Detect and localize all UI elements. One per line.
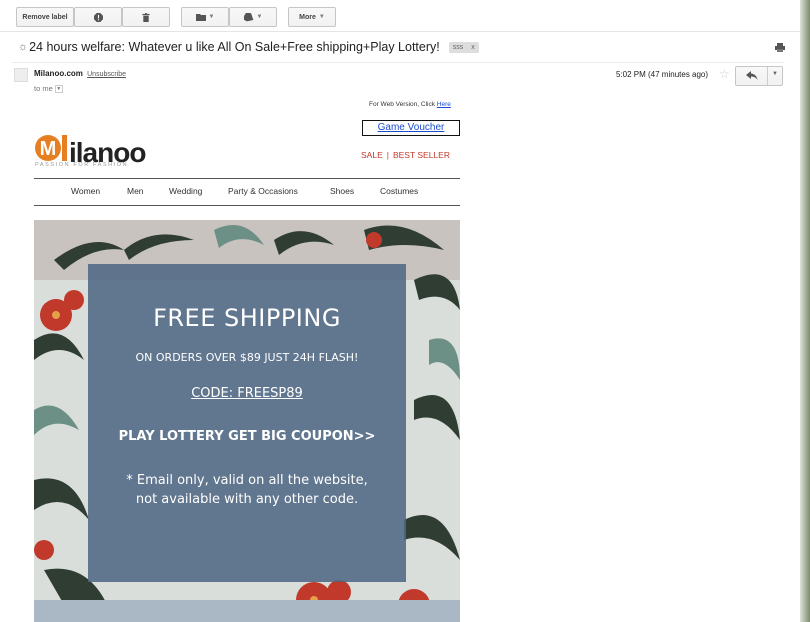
nav-item-wedding[interactable]: Wedding (169, 186, 202, 196)
chevron-down-icon: ▼ (318, 14, 325, 20)
reply-arrow-icon (746, 71, 758, 80)
promo-panel: FREE SHIPPING ON ORDERS OVER $89 JUST 24… (88, 264, 406, 582)
remove-label-button[interactable]: Remove label (16, 7, 74, 27)
lottery-link[interactable]: PLAY LOTTERY GET BIG COUPON>> (88, 429, 406, 444)
web-version-link[interactable]: Here (437, 101, 451, 108)
logo-tagline: PASSION FOR FASHION (35, 162, 129, 168)
nav-item-women[interactable]: Women (71, 186, 100, 196)
reply-button[interactable]: ▼ (735, 66, 783, 86)
email-subject: ☼ 24 hours welfare: Whatever u like All … (18, 40, 479, 54)
button-divider (767, 67, 768, 85)
print-icon[interactable] (775, 43, 785, 52)
message-time: 5:02 PM (47 minutes ago) (616, 70, 709, 79)
star-icon[interactable]: ☆ (719, 67, 730, 81)
web-version-line: For Web Version, Click Here (369, 101, 451, 108)
details-dropdown-icon[interactable]: ▼ (54, 85, 63, 94)
game-voucher-link[interactable]: Game Voucher (362, 120, 460, 136)
unsubscribe-link[interactable]: Unsubscribe (87, 71, 126, 78)
trash-icon (142, 12, 150, 22)
milanoo-logo[interactable]: M ilanoo PASSION FOR FASHION (34, 134, 154, 172)
nav-item-costumes[interactable]: Costumes (380, 186, 418, 196)
labels-button[interactable]: ▼ (229, 7, 277, 27)
best-seller-link[interactable]: BEST SELLER (393, 150, 450, 160)
more-label: More (299, 13, 316, 21)
nav-rule-top (34, 178, 460, 179)
move-to-button[interactable]: ▼ (181, 7, 229, 27)
sale-links: SALE | BEST SELLER (361, 150, 450, 160)
nav-item-shoes[interactable]: Shoes (330, 186, 354, 196)
report-spam-icon (93, 12, 103, 22)
sender-avatar[interactable] (14, 68, 28, 82)
sender-name[interactable]: Milanoo.com (34, 69, 83, 78)
promo-note: * Email only, valid on all the website, … (88, 471, 406, 509)
sender-line: Milanoo.com Unsubscribe (34, 69, 126, 78)
label-chip[interactable]: sss x (448, 41, 479, 53)
label-remove-icon[interactable]: x (471, 44, 475, 51)
folder-icon (195, 14, 206, 21)
more-button[interactable]: More ▼ (288, 7, 336, 27)
promo-code-link[interactable]: CODE: FREESP89 (88, 386, 406, 401)
more-actions-chevron-icon[interactable]: ▼ (772, 71, 778, 77)
logo-m-mark: M (35, 135, 67, 161)
window-edge-wallpaper (800, 0, 810, 622)
recipient-line: to me ▼ (34, 84, 63, 94)
promo-banner[interactable]: FREE SHIPPING ON ORDERS OVER $89 JUST 24… (34, 220, 460, 622)
promo-subtitle: ON ORDERS OVER $89 JUST 24H FLASH! (135, 351, 359, 364)
report-spam-button[interactable] (74, 7, 122, 27)
promo-note-line-1: * Email only, valid on all the website, (126, 473, 368, 488)
web-version-text: For Web Version, Click (369, 101, 435, 108)
sale-link[interactable]: SALE (361, 150, 383, 160)
promo-note-line-2: not available with any other code. (135, 492, 359, 507)
label-tag-icon (243, 12, 253, 21)
promo-title: FREE SHIPPING (153, 304, 341, 332)
nav-item-party-occasions[interactable]: Party & Occasions (228, 186, 298, 196)
sale-separator: | (386, 150, 389, 160)
nav-item-men[interactable]: Men (127, 186, 144, 196)
subject-text: 24 hours welfare: Whatever u like All On… (29, 40, 440, 54)
recipient-text: to me (34, 84, 53, 93)
nav-rule-bottom (34, 205, 460, 206)
delete-button[interactable] (122, 7, 170, 27)
label-chip-text: sss (452, 43, 464, 51)
loading-icon: ☼ (18, 41, 29, 53)
toolbar: Remove label ▼ ▼ More ▼ (0, 0, 800, 32)
logo-m-letter: M (40, 138, 57, 160)
divider (12, 62, 784, 63)
